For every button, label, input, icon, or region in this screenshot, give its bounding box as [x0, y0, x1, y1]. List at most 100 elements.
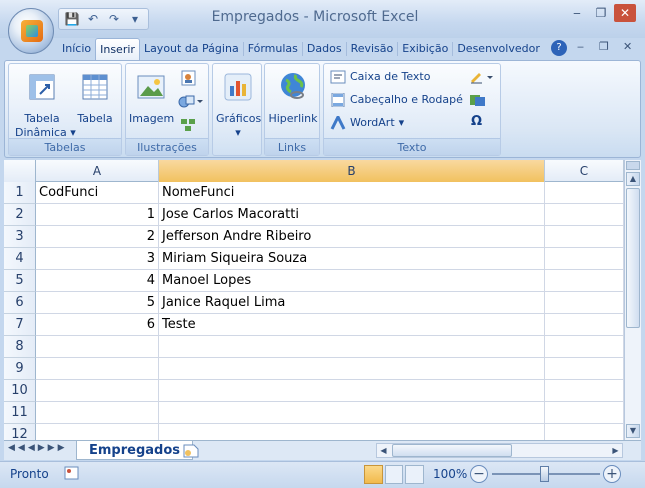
workbook-close-icon[interactable]: ✕: [623, 40, 632, 53]
cell-a[interactable]: [36, 336, 159, 358]
sheet-nav-arrows-icon[interactable]: ◀◀◀▶▶▶: [8, 443, 68, 453]
cell-b[interactable]: [159, 380, 545, 402]
signature-line-icon[interactable]: [469, 70, 495, 84]
help-icon[interactable]: ?: [551, 40, 567, 56]
normal-view-icon[interactable]: [364, 465, 383, 484]
cell-b[interactable]: Jose Carlos Macoratti: [159, 204, 545, 226]
cell-c[interactable]: [545, 204, 624, 226]
clip-art-icon[interactable]: [180, 70, 198, 86]
row-header[interactable]: 5: [4, 270, 36, 292]
split-box[interactable]: [626, 161, 640, 170]
tab-inserir[interactable]: Inserir: [95, 38, 140, 60]
horizontal-scroll-thumb[interactable]: [392, 444, 512, 457]
restore-button[interactable]: ❐: [590, 4, 612, 22]
cell-a[interactable]: 3: [36, 248, 159, 270]
row-header[interactable]: 6: [4, 292, 36, 314]
cell-b[interactable]: Jefferson Andre Ribeiro: [159, 226, 545, 248]
cell-a[interactable]: 4: [36, 270, 159, 292]
cell-b[interactable]: [159, 424, 545, 440]
row-header[interactable]: 12: [4, 424, 36, 440]
cell-b[interactable]: Miriam Siqueira Souza: [159, 248, 545, 270]
page-break-view-icon[interactable]: [405, 465, 425, 484]
scroll-left-icon[interactable]: ◀: [377, 444, 390, 457]
select-all-corner[interactable]: [4, 160, 36, 182]
scroll-up-icon[interactable]: ▲: [626, 172, 640, 186]
scroll-thumb[interactable]: [626, 188, 640, 328]
smartart-icon[interactable]: [180, 117, 198, 133]
shapes-icon[interactable]: [178, 93, 204, 109]
cell-a[interactable]: 6: [36, 314, 159, 336]
cell-a[interactable]: CodFunci: [36, 182, 159, 204]
redo-icon[interactable]: ↷: [105, 11, 123, 27]
row-header[interactable]: 1: [4, 182, 36, 204]
office-button[interactable]: [8, 8, 54, 54]
cell-c[interactable]: [545, 424, 624, 440]
save-icon[interactable]: 💾: [63, 11, 81, 27]
cell-b[interactable]: Manoel Lopes: [159, 270, 545, 292]
tab-inicio[interactable]: Início: [58, 38, 95, 60]
cell-c[interactable]: [545, 336, 624, 358]
tab-revisao[interactable]: Revisão: [347, 38, 398, 60]
column-header-b[interactable]: B: [159, 160, 545, 182]
scroll-down-icon[interactable]: ▼: [626, 424, 640, 438]
cell-a[interactable]: [36, 380, 159, 402]
row-header[interactable]: 4: [4, 248, 36, 270]
row-header[interactable]: 11: [4, 402, 36, 424]
cell-c[interactable]: [545, 314, 624, 336]
symbol-omega-icon[interactable]: Ω: [471, 114, 482, 129]
column-header-a[interactable]: A: [36, 160, 159, 182]
wordart-button[interactable]: WordArt ▾: [330, 112, 404, 133]
imagem-button[interactable]: Imagem: [129, 68, 174, 138]
customize-qat-icon[interactable]: ▾: [126, 11, 144, 27]
cell-c[interactable]: [545, 226, 624, 248]
cell-a[interactable]: [36, 402, 159, 424]
minimize-button[interactable]: ‒: [566, 4, 588, 22]
undo-icon[interactable]: ↶: [84, 11, 102, 27]
zoom-out-button[interactable]: −: [470, 465, 488, 483]
cell-b[interactable]: Teste: [159, 314, 545, 336]
close-button[interactable]: ✕: [614, 4, 636, 22]
tab-desenvolvedor[interactable]: Desenvolvedor: [453, 38, 544, 60]
zoom-level[interactable]: 100%: [433, 467, 467, 481]
insert-sheet-icon[interactable]: [182, 443, 200, 458]
cell-a[interactable]: 1: [36, 204, 159, 226]
cell-a[interactable]: [36, 424, 159, 440]
cell-b[interactable]: [159, 336, 545, 358]
cell-a[interactable]: 2: [36, 226, 159, 248]
cell-b[interactable]: [159, 358, 545, 380]
workbook-restore-icon[interactable]: ❐: [599, 40, 609, 53]
row-header[interactable]: 3: [4, 226, 36, 248]
vertical-scrollbar[interactable]: ▲ ▼: [624, 160, 641, 440]
zoom-in-button[interactable]: +: [603, 465, 621, 483]
cabecalho-rodape-button[interactable]: Cabeçalho e Rodapé: [330, 89, 463, 110]
tab-exibicao[interactable]: Exibição: [398, 38, 452, 60]
horizontal-scrollbar[interactable]: ◀ ▶: [376, 443, 623, 458]
macro-record-icon[interactable]: [64, 466, 80, 481]
row-header[interactable]: 2: [4, 204, 36, 226]
tab-formulas[interactable]: Fórmulas: [244, 38, 302, 60]
row-header[interactable]: 7: [4, 314, 36, 336]
cell-b[interactable]: NomeFunci: [159, 182, 545, 204]
tabela-dinamica-button[interactable]: Tabela Dinâmica ▾: [15, 68, 76, 139]
cell-c[interactable]: [545, 358, 624, 380]
cell-c[interactable]: [545, 292, 624, 314]
cell-b[interactable]: Janice Raquel Lima: [159, 292, 545, 314]
cell-c[interactable]: [545, 402, 624, 424]
workbook-minimize-icon[interactable]: ‒: [577, 40, 584, 53]
tabela-button[interactable]: Tabela: [73, 68, 117, 138]
object-icon[interactable]: [469, 93, 487, 107]
cell-c[interactable]: [545, 380, 624, 402]
hiperlink-button[interactable]: Hiperlink: [267, 68, 319, 138]
cell-b[interactable]: [159, 402, 545, 424]
caixa-de-texto-button[interactable]: Caixa de Texto: [330, 66, 430, 87]
tab-dados[interactable]: Dados: [303, 38, 346, 60]
cell-a[interactable]: [36, 358, 159, 380]
row-header[interactable]: 8: [4, 336, 36, 358]
zoom-slider-thumb[interactable]: [540, 466, 549, 482]
cell-c[interactable]: [545, 270, 624, 292]
row-header[interactable]: 9: [4, 358, 36, 380]
sheet-tab-empregados[interactable]: Empregados: [76, 441, 194, 460]
cell-a[interactable]: 5: [36, 292, 159, 314]
column-header-c[interactable]: C: [545, 160, 624, 182]
graficos-button[interactable]: Gráficos ▾: [216, 68, 261, 153]
